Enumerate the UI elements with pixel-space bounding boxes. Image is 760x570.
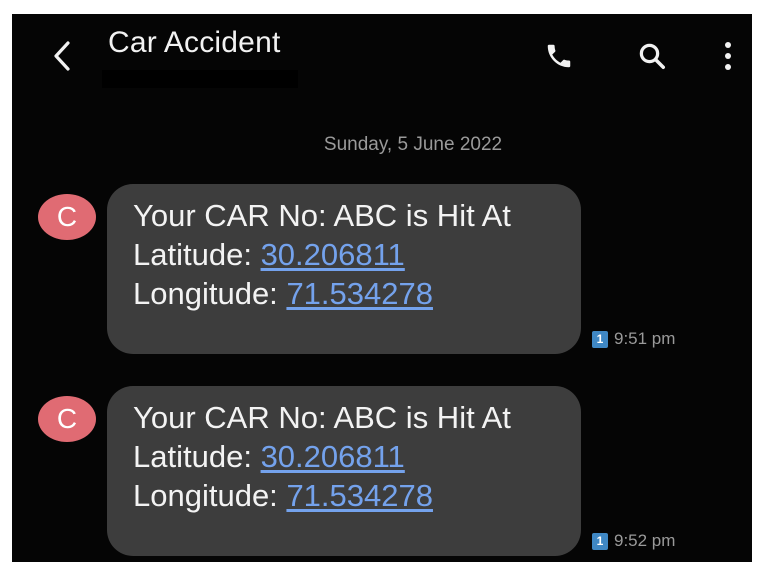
- redacted-subtitle: [102, 70, 298, 88]
- message-bubble[interactable]: Your CAR No: ABC is Hit At Latitude: 30.…: [107, 184, 581, 354]
- avatar[interactable]: C: [38, 396, 96, 442]
- phone-icon: [547, 44, 571, 68]
- latitude-link[interactable]: 30.206811: [261, 237, 405, 272]
- longitude-label: Longitude:: [133, 478, 278, 513]
- longitude-label: Longitude:: [133, 276, 278, 311]
- latitude-label: Latitude:: [133, 237, 252, 272]
- chevron-left-icon: [54, 41, 70, 71]
- message-item: C Your CAR No: ABC is Hit At Latitude: 3…: [12, 386, 752, 561]
- avatar-letter: C: [56, 201, 78, 232]
- latitude-link[interactable]: 30.206811: [261, 439, 405, 474]
- message-time: 9:52 pm: [614, 531, 676, 550]
- conversation-title: Car Accident: [108, 26, 281, 59]
- search-button[interactable]: [630, 34, 674, 78]
- message-line: Your CAR No: ABC is Hit At: [133, 196, 581, 235]
- search-icon: [639, 43, 665, 69]
- longitude-link[interactable]: 71.534278: [286, 276, 433, 311]
- latitude-label: Latitude:: [133, 439, 252, 474]
- message-item: C Your CAR No: ABC is Hit At Latitude: 3…: [12, 184, 752, 359]
- conversation-screen: Car Accident Sunday, 5 June 2022 C Your …: [12, 14, 752, 562]
- back-button[interactable]: [42, 36, 82, 76]
- call-button[interactable]: [537, 34, 581, 78]
- message-text: Your CAR No: ABC is Hit At: [133, 198, 511, 233]
- longitude-line: Longitude: 71.534278: [133, 476, 581, 515]
- message-bubble[interactable]: Your CAR No: ABC is Hit At Latitude: 30.…: [107, 386, 581, 556]
- avatar[interactable]: C: [38, 194, 96, 240]
- latitude-line: Latitude: 30.206811: [133, 437, 581, 476]
- more-options-button[interactable]: [706, 34, 750, 78]
- avatar-letter: C: [56, 403, 78, 434]
- message-line: Your CAR No: ABC is Hit At: [133, 398, 581, 437]
- longitude-line: Longitude: 71.534278: [133, 274, 581, 313]
- sim-1-icon: 1: [592, 330, 608, 348]
- sim-1-icon: 1: [592, 532, 608, 550]
- longitude-link[interactable]: 71.534278: [286, 478, 433, 513]
- message-meta: 1 9:51 pm: [592, 329, 675, 349]
- message-time: 9:51 pm: [614, 329, 676, 348]
- message-text: Your CAR No: ABC is Hit At: [133, 400, 511, 435]
- message-meta: 1 9:52 pm: [592, 531, 675, 551]
- more-vert-icon: [725, 42, 731, 70]
- date-divider: Sunday, 5 June 2022: [323, 134, 503, 155]
- latitude-line: Latitude: 30.206811: [133, 235, 581, 274]
